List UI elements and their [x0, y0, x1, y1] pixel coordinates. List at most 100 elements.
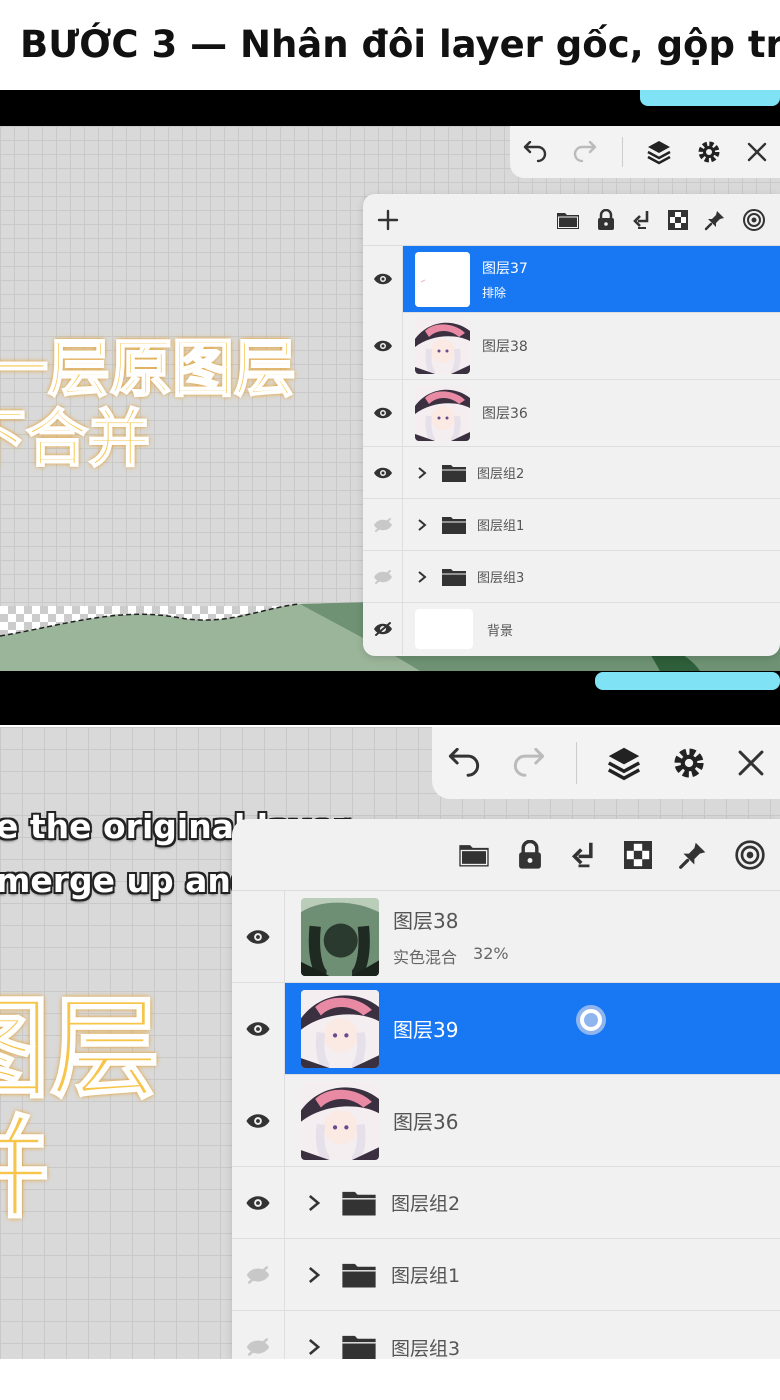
layer-thumbnail — [301, 989, 379, 1068]
target-icon[interactable] — [742, 208, 766, 232]
decor-glow — [640, 90, 780, 106]
eye-icon[interactable] — [363, 245, 403, 313]
touch-indicator-icon — [576, 1005, 606, 1035]
layer-row[interactable]: 图层37 排除 — [363, 245, 780, 313]
pin-icon[interactable] — [678, 840, 708, 870]
layer-name: 图层36 — [393, 1110, 459, 1134]
group-name: 图层组2 — [477, 467, 525, 482]
group-name: 图层组1 — [391, 1265, 461, 1287]
gear-icon[interactable] — [696, 139, 722, 165]
eye-icon[interactable] — [232, 982, 285, 1075]
undo-icon[interactable] — [446, 748, 482, 778]
screenshot-top: 一层原图层 下合并 — [0, 90, 780, 725]
overlay-caption-line2: 并 — [0, 1108, 51, 1230]
layers-icon[interactable] — [606, 745, 642, 781]
layer-row[interactable]: 图层38 — [363, 312, 780, 380]
eye-hidden-icon[interactable] — [363, 550, 403, 603]
eye-icon[interactable] — [363, 379, 403, 447]
chevron-right-icon[interactable] — [417, 518, 427, 532]
layer-group-row[interactable]: 图层组1 — [232, 1238, 780, 1311]
lock-icon[interactable] — [596, 208, 616, 231]
main-toolbar — [432, 727, 780, 799]
layer-name: 图层38 — [482, 339, 528, 355]
folder-icon — [441, 567, 467, 587]
layer-panel: 图层37 排除 图层38 图层36 图层组2 图层组1 图层组3 背景 — [363, 194, 780, 656]
close-icon[interactable] — [736, 748, 766, 778]
pin-icon[interactable] — [704, 209, 726, 231]
layer-row[interactable]: 图层39 — [232, 982, 780, 1075]
layer-thumbnail — [415, 609, 473, 649]
layer-name: 图层39 — [393, 1018, 459, 1042]
overlay-caption-line1: 图层 — [0, 985, 161, 1113]
target-icon[interactable] — [734, 839, 766, 871]
folder-icon[interactable] — [458, 841, 490, 868]
layer-row[interactable]: 图层38 实色混合 32% — [232, 890, 780, 983]
layer-thumbnail — [301, 897, 379, 976]
clip-down-icon[interactable] — [632, 209, 652, 231]
eye-icon[interactable] — [363, 446, 403, 499]
layer-info: 图层37 排除 — [482, 258, 528, 301]
screenshot-bottom: e the original layer merge up and down. … — [0, 727, 780, 1359]
layer-toolbar — [232, 819, 780, 891]
layer-thumbnail — [415, 385, 470, 441]
eye-hidden-icon[interactable] — [232, 1311, 285, 1359]
eye-icon[interactable] — [363, 312, 403, 380]
layer-row[interactable]: 图层36 — [232, 1074, 780, 1167]
chevron-right-icon[interactable] — [417, 466, 427, 480]
eye-hidden-icon[interactable] — [363, 498, 403, 551]
folder-icon — [341, 1189, 377, 1217]
background-layer-row[interactable]: 背景 — [363, 603, 780, 655]
chevron-right-icon[interactable] — [307, 1265, 321, 1285]
layer-name: 背景 — [487, 623, 514, 639]
gear-icon[interactable] — [671, 745, 707, 781]
lock-icon[interactable] — [516, 839, 544, 870]
chevron-right-icon[interactable] — [307, 1193, 321, 1213]
checker-icon[interactable] — [668, 209, 688, 230]
layer-name: 图层36 — [482, 406, 528, 422]
close-icon[interactable] — [746, 141, 768, 163]
decor-glow — [595, 672, 780, 690]
undo-icon[interactable] — [522, 141, 548, 163]
layer-thumbnail — [301, 1081, 379, 1160]
overlay-caption-line1: 一层原图层 — [0, 332, 297, 405]
chevron-right-icon[interactable] — [307, 1337, 321, 1357]
folder-icon[interactable] — [556, 210, 580, 230]
checker-icon[interactable] — [624, 840, 652, 869]
redo-icon[interactable] — [511, 748, 547, 778]
overlay-caption-line2: 下合并 — [0, 402, 151, 475]
eye-hidden-icon[interactable] — [363, 603, 403, 655]
eye-hidden-icon[interactable] — [232, 1238, 285, 1311]
layers-icon[interactable] — [646, 139, 672, 165]
layer-group-row[interactable]: 图层组2 — [232, 1166, 780, 1239]
redo-icon[interactable] — [572, 141, 598, 163]
eye-icon[interactable] — [232, 1074, 285, 1167]
layer-row[interactable]: 图层36 — [363, 379, 780, 447]
folder-icon — [341, 1261, 377, 1289]
main-toolbar — [510, 126, 780, 178]
layer-panel: 图层38 实色混合 32% 图层39 图层36 图层组2 图层组1 图层组3 — [232, 819, 780, 1359]
layer-name: 图层38 — [393, 909, 459, 933]
clip-down-icon[interactable] — [570, 840, 598, 870]
group-name: 图层组3 — [477, 571, 525, 586]
eye-icon[interactable] — [232, 890, 285, 983]
layer-blend-mode: 实色混合 — [393, 948, 458, 967]
folder-icon — [441, 515, 467, 535]
group-name: 图层组2 — [391, 1193, 461, 1215]
layer-group-row[interactable]: 图层组1 — [363, 498, 780, 551]
layer-toolbar — [363, 194, 780, 246]
group-name: 图层组3 — [391, 1337, 461, 1360]
layer-info: 图层38 实色混合 32% — [393, 905, 509, 968]
folder-icon — [441, 463, 467, 483]
layer-thumbnail — [415, 251, 470, 307]
layer-meta: 实色混合 32% — [393, 944, 509, 968]
layer-group-row[interactable]: 图层组2 — [363, 446, 780, 499]
layer-blend-mode: 排除 — [482, 285, 507, 300]
eye-icon[interactable] — [232, 1166, 285, 1239]
layer-group-row[interactable]: 图层组3 — [363, 550, 780, 603]
plus-icon[interactable] — [377, 209, 399, 231]
chevron-right-icon[interactable] — [417, 570, 427, 584]
layer-opacity: 32% — [473, 944, 509, 963]
page-title: BƯỚC 3 — Nhân đôi layer gốc, gộp trên dư… — [20, 23, 780, 66]
layer-thumbnail — [415, 318, 470, 374]
layer-group-row[interactable]: 图层组3 — [232, 1311, 780, 1359]
